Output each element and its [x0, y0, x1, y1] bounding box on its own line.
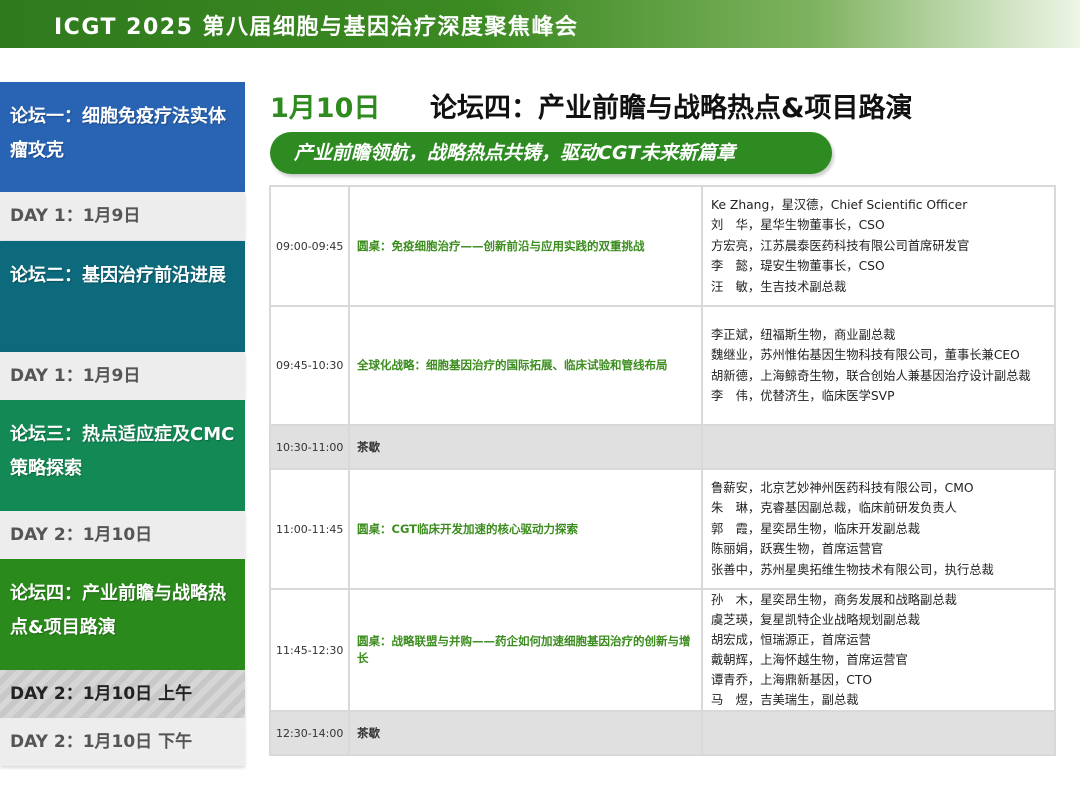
forum-1-label[interactable]: 论坛一：细胞免疫疗法实体瘤攻克 [0, 82, 245, 192]
session-topic: 圆桌：免疫细胞治疗——创新前沿与应用实践的双重挑战 [348, 185, 703, 307]
page-title: ICGT 2025 第八届细胞与基因治疗深度聚焦峰会 [54, 15, 579, 40]
break-label: 茶歇 [348, 424, 703, 470]
sidebar-item-forum-4[interactable]: 论坛四：产业前瞻与战略热点&项目路演 DAY 2：1月10日 上午 DAY 2：… [0, 559, 245, 766]
table-row: 10:30-11:00 茶歇 [269, 424, 1056, 470]
table-row: 12:30-14:00 茶歇 [269, 710, 1056, 756]
speaker: 虞芝瑛，复星凯特企业战略规划副总裁 [711, 613, 921, 627]
speaker-list: 孙 木，星奕昂生物，商务发展和战略副总裁 虞芝瑛，复星凯特企业战略规划副总裁 胡… [701, 588, 1056, 712]
speaker: 鲁薪安，北京艺妙神州医药科技有限公司，CMO [711, 480, 974, 495]
session-time: 12:30-14:00 [269, 710, 350, 756]
speaker: 胡新德，上海鲸奇生物，联合创始人兼基因治疗设计副总裁 [711, 368, 1031, 383]
forum-1-day[interactable]: DAY 1：1月9日 [0, 192, 245, 240]
session-time: 11:45-12:30 [269, 588, 350, 712]
speaker: 张善中，苏州星奥拓维生物技术有限公司，执行总裁 [711, 562, 994, 577]
speaker: Ke Zhang，星汉德，Chief Scientific Officer [711, 197, 968, 212]
forum-2-day[interactable]: DAY 1：1月9日 [0, 352, 245, 400]
forum-4-day-pm[interactable]: DAY 2：1月10日 下午 [0, 718, 245, 766]
forum-2-label[interactable]: 论坛二：基因治疗前沿进展 [0, 241, 245, 352]
speaker-list: 鲁薪安，北京艺妙神州医药科技有限公司，CMO 朱 琳，克睿基因副总裁，临床前研发… [701, 468, 1056, 590]
forum-title: 论坛四：产业前瞻与战略热点&项目路演 [430, 93, 913, 124]
forum-4-label[interactable]: 论坛四：产业前瞻与战略热点&项目路演 [0, 559, 245, 670]
forum-date: 1月10日 [270, 93, 381, 124]
forum-4-day-am[interactable]: DAY 2：1月10日 上午 [0, 670, 245, 718]
speaker: 魏继业，苏州惟佑基因生物科技有限公司，董事长兼CEO [711, 348, 1020, 362]
session-time: 09:45-10:30 [269, 305, 350, 426]
speaker: 谭青乔，上海鼎新基因，CTO [711, 673, 873, 687]
forum-3-label[interactable]: 论坛三：热点适应症及CMC策略探索 [0, 400, 245, 511]
session-topic: 圆桌：战略联盟与并购——药企如何加速细胞基因治疗的创新与增长 [348, 588, 703, 712]
speaker-list: 李正斌，纽福斯生物，商业副总裁 魏继业，苏州惟佑基因生物科技有限公司，董事长兼C… [701, 305, 1056, 426]
speaker: 胡宏成，恒瑞源正，首席运营 [711, 633, 871, 647]
speaker: 刘 华，星华生物董事长，CSO [711, 218, 885, 233]
speaker: 李 懿，瑅安生物董事长，CSO [711, 259, 885, 274]
table-row: 09:00-09:45 圆桌：免疫细胞治疗——创新前沿与应用实践的双重挑战 Ke… [269, 185, 1056, 307]
header-bar: ICGT 2025 第八届细胞与基因治疗深度聚焦峰会 [0, 0, 1080, 48]
speaker: 马 煜，吉美瑞生，副总裁 [711, 693, 859, 707]
table-row: 11:00-11:45 圆桌：CGT临床开发加速的核心驱动力探索 鲁薪安，北京艺… [269, 468, 1056, 590]
speaker: 朱 琳，克睿基因副总裁，临床前研发负责人 [711, 501, 957, 516]
sidebar-item-forum-3[interactable]: 论坛三：热点适应症及CMC策略探索 DAY 2：1月10日 [0, 400, 245, 559]
sidebar-item-forum-2[interactable]: 论坛二：基因治疗前沿进展 DAY 1：1月9日 [0, 241, 245, 400]
break-label: 茶歇 [348, 710, 703, 756]
table-row: 09:45-10:30 全球化战略：细胞基因治疗的国际拓展、临床试验和管线布局 … [269, 305, 1056, 426]
speaker: 孙 木，星奕昂生物，商务发展和战略副总裁 [711, 593, 957, 607]
speaker: 方宏亮，江苏晨泰医药科技有限公司首席研发官 [711, 238, 970, 253]
schedule-table: 09:00-09:45 圆桌：免疫细胞治疗——创新前沿与应用实践的双重挑战 Ke… [269, 185, 1056, 756]
speaker: 陈丽娟，跃赛生物，首席运营官 [711, 542, 884, 557]
session-time: 09:00-09:45 [269, 185, 350, 307]
session-time: 10:30-11:00 [269, 424, 350, 470]
forum-3-day[interactable]: DAY 2：1月10日 [0, 511, 245, 559]
speaker-list: Ke Zhang，星汉德，Chief Scientific Officer 刘 … [701, 185, 1056, 307]
session-topic: 圆桌：CGT临床开发加速的核心驱动力探索 [348, 468, 703, 590]
session-topic: 全球化战略：细胞基因治疗的国际拓展、临床试验和管线布局 [348, 305, 703, 426]
speaker: 戴朝辉，上海怀越生物，首席运营官 [711, 653, 908, 667]
table-row: 11:45-12:30 圆桌：战略联盟与并购——药企如何加速细胞基因治疗的创新与… [269, 588, 1056, 712]
speaker: 李正斌，纽福斯生物，商业副总裁 [711, 327, 896, 342]
speaker: 郭 霞，星奕昂生物，临床开发副总裁 [711, 521, 921, 536]
speaker: 李 伟，优替济生，临床医学SVP [711, 389, 895, 403]
session-time: 11:00-11:45 [269, 468, 350, 590]
speaker: 汪 敏，生吉技术副总裁 [711, 279, 847, 294]
slogan-banner: 产业前瞻领航，战略热点共铸，驱动CGT未来新篇章 [270, 132, 832, 174]
sidebar-item-forum-1[interactable]: 论坛一：细胞免疫疗法实体瘤攻克 DAY 1：1月9日 [0, 82, 245, 240]
